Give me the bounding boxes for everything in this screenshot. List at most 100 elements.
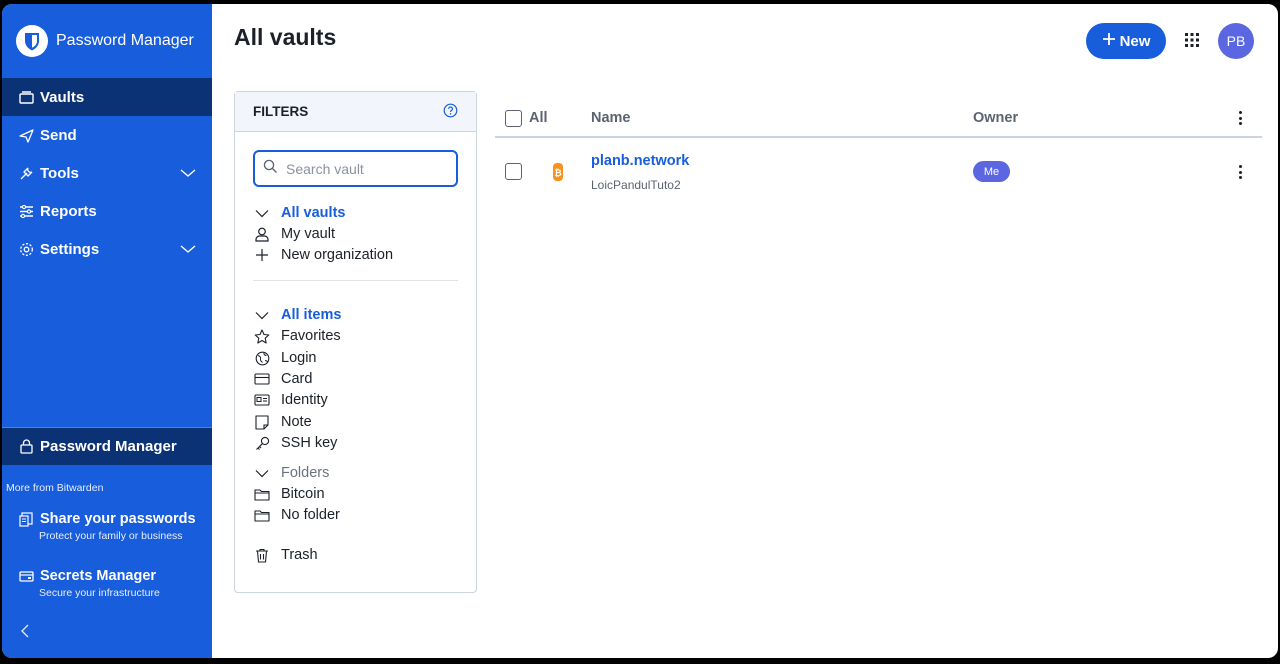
sidebar-item-label: Send [40, 126, 77, 144]
filter-label: Note [281, 414, 312, 430]
filter-new-organization[interactable]: New organization [253, 245, 393, 265]
promo-title: Secrets Manager [40, 568, 157, 584]
sidebar-item-send[interactable]: Send [2, 116, 212, 154]
key-icon [253, 434, 271, 452]
filter-label: No folder [281, 507, 340, 523]
select-all-checkbox[interactable] [505, 110, 522, 127]
filter-label: Bitcoin [281, 486, 325, 502]
product-switcher-grid-icon[interactable] [1184, 32, 1200, 53]
filter-all-vaults[interactable]: All vaults [253, 203, 345, 223]
help-icon[interactable] [443, 103, 458, 121]
filter-no-folder[interactable]: No folder [253, 505, 340, 525]
secrets-icon [18, 568, 34, 584]
chevron-down-icon[interactable] [253, 464, 271, 482]
chevron-down-icon[interactable] [180, 165, 196, 182]
column-header-all[interactable]: All [529, 110, 548, 126]
filter-folders-header[interactable]: Folders [253, 463, 329, 483]
note-icon [253, 413, 271, 431]
filter-all-items[interactable]: All items [253, 305, 341, 325]
table-row[interactable]: ₿ planb.network LoicPandulTuto2 Me [495, 144, 1262, 200]
filters-panel: FILTERS All vaults [234, 91, 477, 593]
trash-icon [253, 546, 271, 564]
app-window: Password Manager Vaults Send Tools Repor… [2, 4, 1278, 658]
filter-label: All items [281, 307, 342, 323]
filter-label: Login [281, 350, 317, 366]
filter-my-vault[interactable]: My vault [253, 224, 335, 244]
sidebar-item-settings[interactable]: Settings [2, 230, 212, 268]
filter-label: New organization [281, 247, 394, 263]
new-item-button[interactable]: New [1086, 23, 1166, 59]
chevron-down-icon[interactable] [180, 241, 196, 258]
filter-label: Identity [281, 392, 328, 408]
lock-icon [18, 439, 34, 455]
filter-label: SSH key [281, 435, 338, 451]
more-from-label: More from Bitwarden [6, 482, 104, 494]
brand[interactable]: Password Manager [2, 4, 212, 78]
bitcoin-item-icon: ₿ [552, 162, 564, 187]
owner-badge: Me [973, 161, 1010, 182]
plus-icon [253, 246, 271, 264]
column-header-owner[interactable]: Owner [973, 110, 1018, 126]
star-icon [253, 327, 271, 345]
chevron-down-icon[interactable] [253, 306, 271, 324]
filter-card[interactable]: Card [253, 369, 312, 389]
id-card-icon [253, 391, 271, 409]
promo-share-passwords[interactable]: Share your passwords Protect your family… [18, 511, 208, 542]
filter-favorites[interactable]: Favorites [253, 326, 341, 346]
filter-label: Favorites [281, 328, 341, 344]
plus-icon [1102, 32, 1116, 50]
filter-label: Trash [281, 547, 318, 563]
main-content: All vaults New PB FILTERS Search vault A… [212, 4, 1278, 658]
promo-subtitle: Secure your infrastructure [39, 587, 160, 599]
product-switcher-password-manager[interactable]: Password Manager [2, 427, 212, 465]
brand-title: Password Manager [56, 32, 194, 49]
search-icon [263, 159, 278, 179]
promo-title: Share your passwords [40, 511, 196, 527]
filter-label: Folders [281, 465, 330, 481]
settings-icon [18, 241, 34, 257]
divider [253, 280, 458, 281]
filter-label: My vault [281, 226, 335, 242]
collapse-sidebar-icon[interactable] [20, 624, 30, 643]
table-options-icon[interactable] [1233, 109, 1247, 127]
item-username: LoicPandulTuto2 [591, 178, 681, 192]
filter-login[interactable]: Login [253, 348, 316, 368]
filter-trash[interactable]: Trash [253, 545, 318, 565]
table-header: All Name Owner [495, 100, 1262, 138]
globe-icon [253, 349, 271, 367]
share-icon [18, 511, 34, 527]
svg-text:₿: ₿ [554, 168, 561, 178]
sidebar-item-label: Tools [40, 164, 79, 182]
row-checkbox[interactable] [505, 163, 522, 180]
filter-note[interactable]: Note [253, 412, 312, 432]
new-button-label: New [1119, 32, 1151, 50]
search-field[interactable] [253, 150, 458, 187]
sidebar-item-tools[interactable]: Tools [2, 154, 212, 192]
filter-label: All vaults [281, 205, 346, 221]
column-header-name[interactable]: Name [591, 110, 631, 126]
item-name-link[interactable]: planb.network [591, 153, 689, 169]
reports-icon [18, 203, 34, 219]
filter-identity[interactable]: Identity [253, 390, 328, 410]
promo-secrets-manager[interactable]: Secrets Manager Secure your infrastructu… [18, 568, 208, 599]
tools-icon [18, 165, 34, 181]
user-icon [253, 225, 271, 243]
filter-ssh-key[interactable]: SSH key [253, 433, 337, 453]
card-icon [253, 370, 271, 388]
page-title: All vaults [234, 24, 337, 50]
sidebar-item-label: Vaults [40, 88, 85, 106]
search-input[interactable] [286, 160, 446, 177]
sidebar-item-label: Settings [40, 240, 100, 258]
row-options-icon[interactable] [1233, 163, 1247, 181]
folder-icon [253, 506, 271, 524]
avatar[interactable]: PB [1218, 23, 1254, 59]
send-icon [18, 127, 34, 143]
sidebar-item-vaults[interactable]: Vaults [2, 78, 212, 116]
filters-header: FILTERS [235, 92, 476, 132]
promo-subtitle: Protect your family or business [39, 530, 183, 542]
filter-folder-bitcoin[interactable]: Bitcoin [253, 484, 325, 504]
chevron-down-icon[interactable] [253, 204, 271, 222]
vault-icon [18, 89, 34, 105]
sidebar-item-reports[interactable]: Reports [2, 192, 212, 230]
bitwarden-shield-icon [16, 25, 48, 57]
